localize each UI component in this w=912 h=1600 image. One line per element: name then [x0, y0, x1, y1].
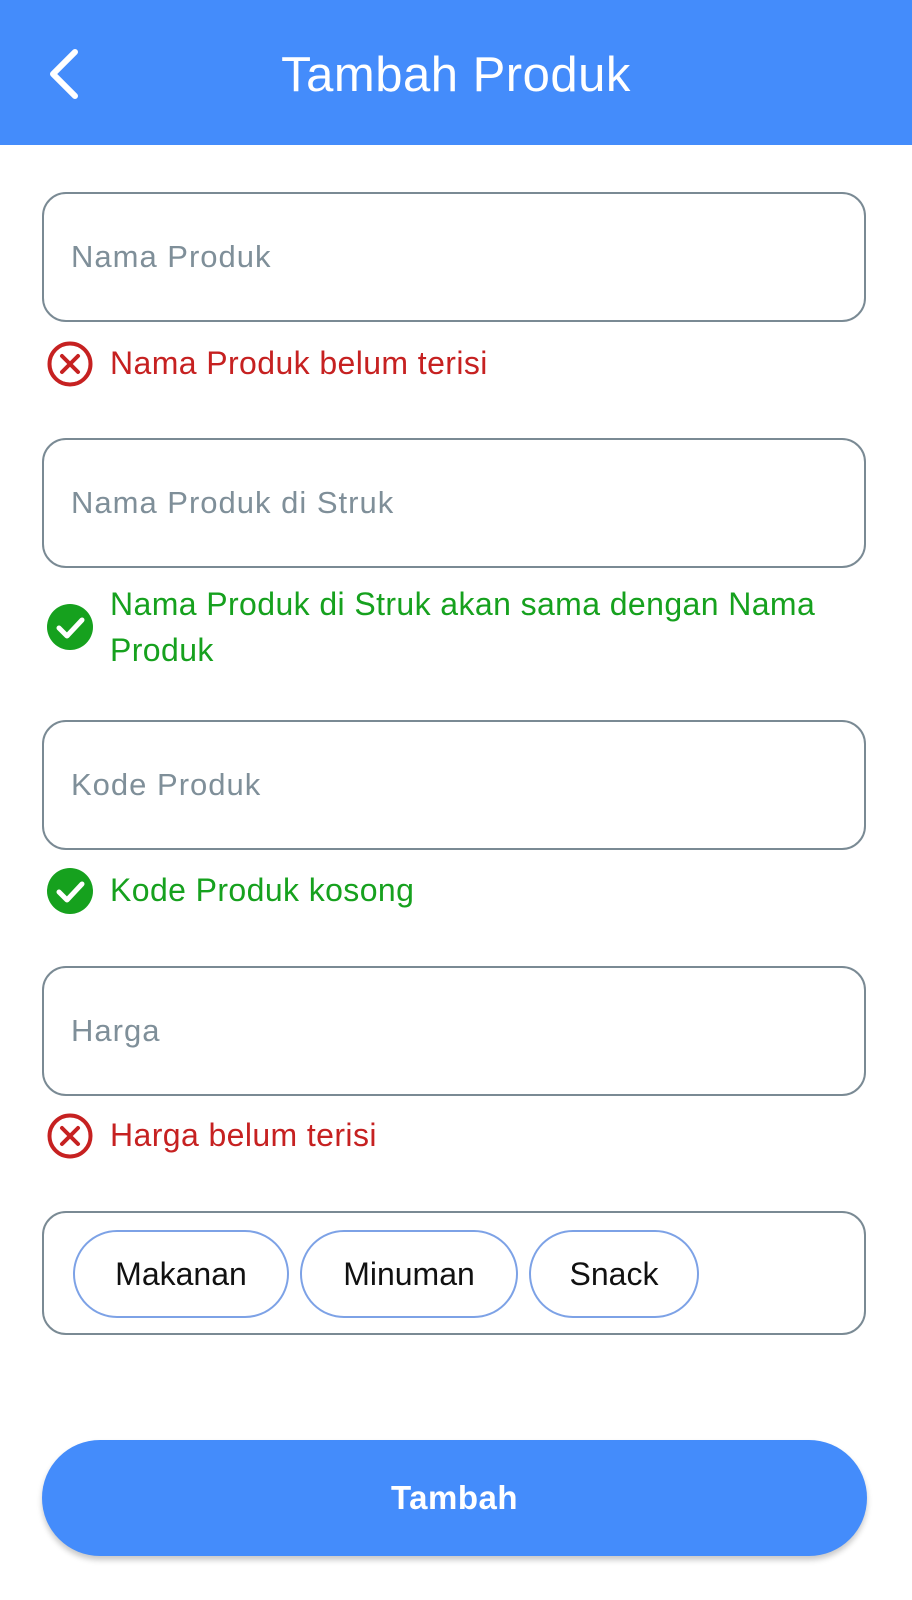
category-selector: Makanan Minuman Snack: [42, 1211, 866, 1335]
error-circle-icon: [46, 1112, 94, 1160]
category-chip-makanan[interactable]: Makanan: [73, 1230, 289, 1318]
back-button[interactable]: [36, 44, 92, 104]
price-input[interactable]: [71, 968, 864, 1094]
price-error-text: Harga belum terisi: [110, 1117, 377, 1153]
category-chip-snack[interactable]: Snack: [529, 1230, 699, 1318]
receipt-name-hint: Nama Produk di Struk akan sama dengan Na…: [46, 581, 836, 673]
check-circle-icon: [46, 603, 94, 651]
page-title: Tambah Produk: [281, 47, 631, 102]
receipt-name-field[interactable]: [42, 438, 866, 568]
product-code-hint: Kode Produk kosong: [46, 867, 876, 915]
error-circle-icon: [46, 340, 94, 388]
product-code-input[interactable]: [71, 722, 864, 848]
receipt-name-input[interactable]: [71, 440, 864, 566]
chevron-left-icon: [50, 49, 78, 99]
price-error: Harga belum terisi: [46, 1112, 876, 1160]
product-name-input[interactable]: [71, 194, 864, 320]
product-code-field[interactable]: [42, 720, 866, 850]
app-bar: Tambah Produk: [0, 0, 912, 145]
product-code-hint-text: Kode Produk kosong: [110, 872, 415, 908]
category-chip-minuman[interactable]: Minuman: [300, 1230, 518, 1318]
check-circle-icon: [46, 867, 94, 915]
product-name-error-text: Nama Produk belum terisi: [110, 345, 488, 381]
product-name-field[interactable]: [42, 192, 866, 322]
price-field[interactable]: [42, 966, 866, 1096]
receipt-name-hint-text: Nama Produk di Struk akan sama dengan Na…: [110, 586, 816, 668]
add-product-button[interactable]: Tambah: [42, 1440, 867, 1556]
product-name-error: Nama Produk belum terisi: [46, 340, 876, 388]
